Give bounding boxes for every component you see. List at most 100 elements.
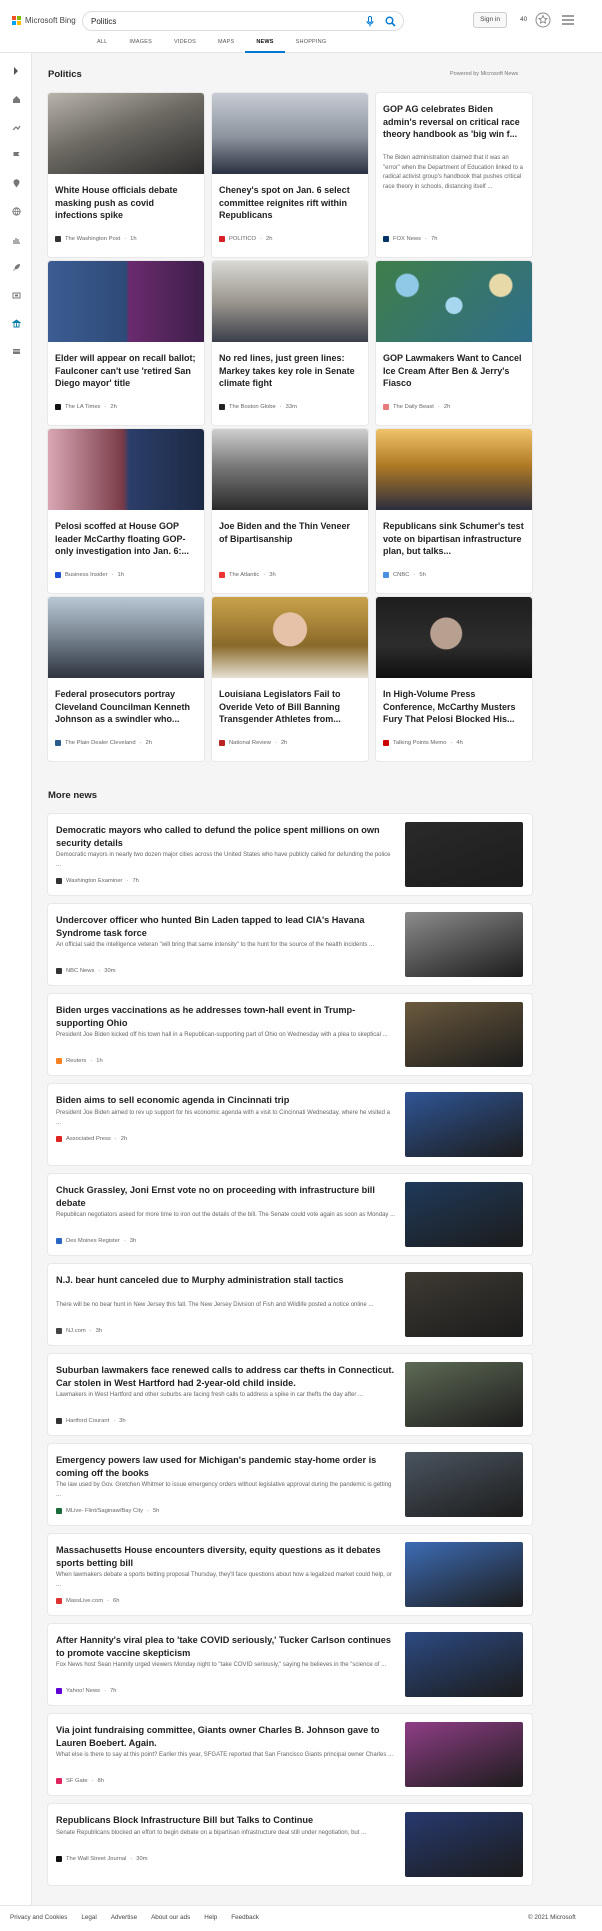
- news-title[interactable]: Chuck Grassley, Joni Ernst vote no on pr…: [56, 1184, 396, 1210]
- news-card[interactable]: Elder will appear on recall ballot; Faul…: [48, 261, 204, 425]
- rewards-icon[interactable]: [535, 12, 551, 28]
- more-news-item[interactable]: Republicans Block Infrastructure Bill bu…: [48, 1804, 532, 1885]
- news-title[interactable]: In High-Volume Press Conference, McCarth…: [383, 688, 525, 726]
- footer-link-feedback[interactable]: Feedback: [231, 1914, 259, 1921]
- flag-icon[interactable]: [10, 149, 22, 161]
- news-title[interactable]: Cheney's spot on Jan. 6 select committee…: [219, 184, 361, 222]
- news-title[interactable]: Federal prosecutors portray Cleveland Co…: [55, 688, 197, 726]
- news-title[interactable]: Elder will appear on recall ballot; Faul…: [55, 352, 197, 390]
- news-thumbnail[interactable]: [405, 1182, 523, 1247]
- news-title[interactable]: GOP AG celebrates Biden admin's reversal…: [383, 103, 525, 141]
- more-news-item[interactable]: Undercover officer who hunted Bin Laden …: [48, 904, 532, 985]
- footer-link-about-ads[interactable]: About our ads: [151, 1914, 190, 1921]
- news-title[interactable]: Louisiana Legislators Fail to Overide Ve…: [219, 688, 361, 726]
- news-title[interactable]: Joe Biden and the Thin Veneer of Biparti…: [219, 520, 361, 545]
- trending-icon[interactable]: [10, 121, 22, 133]
- news-title[interactable]: After Hannity's viral plea to 'take COVI…: [56, 1634, 396, 1660]
- news-title[interactable]: Republicans Block Infrastructure Bill bu…: [56, 1814, 396, 1827]
- collapse-arrow-icon[interactable]: [10, 65, 22, 77]
- card-icon[interactable]: [10, 345, 22, 357]
- news-title[interactable]: Republicans sink Schumer's test vote on …: [383, 520, 525, 558]
- news-thumbnail[interactable]: [405, 1632, 523, 1697]
- news-thumbnail[interactable]: [405, 822, 523, 887]
- tab-maps[interactable]: MAPS: [207, 39, 245, 53]
- rewards-points[interactable]: 40: [520, 16, 527, 23]
- news-card[interactable]: GOP AG celebrates Biden admin's reversal…: [376, 93, 532, 257]
- news-card[interactable]: Joe Biden and the Thin Veneer of Biparti…: [212, 429, 368, 593]
- news-title[interactable]: GOP Lawmakers Want to Cancel Ice Cream A…: [383, 352, 525, 390]
- news-card[interactable]: Louisiana Legislators Fail to Overide Ve…: [212, 597, 368, 761]
- footer-link-help[interactable]: Help: [204, 1914, 217, 1921]
- search-input[interactable]: [91, 16, 331, 27]
- news-thumbnail[interactable]: [405, 1362, 523, 1427]
- news-thumbnail[interactable]: [405, 912, 523, 977]
- more-news-item[interactable]: Suburban lawmakers face renewed calls to…: [48, 1354, 532, 1435]
- globe-icon[interactable]: [10, 205, 22, 217]
- home-icon[interactable]: [10, 93, 22, 105]
- tab-images[interactable]: IMAGES: [118, 39, 163, 53]
- more-news-item[interactable]: N.J. bear hunt canceled due to Murphy ad…: [48, 1264, 532, 1345]
- news-card[interactable]: Cheney's spot on Jan. 6 select committee…: [212, 93, 368, 257]
- tab-videos[interactable]: VIDEOS: [163, 39, 207, 53]
- news-title[interactable]: Biden urges vaccinations as he addresses…: [56, 1004, 396, 1030]
- news-title[interactable]: N.J. bear hunt canceled due to Murphy ad…: [56, 1274, 396, 1287]
- news-card[interactable]: White House officials debate masking pus…: [48, 93, 204, 257]
- more-news-item[interactable]: Democratic mayors who called to defund t…: [48, 814, 532, 895]
- news-thumbnail[interactable]: [405, 1452, 523, 1517]
- news-card[interactable]: In High-Volume Press Conference, McCarth…: [376, 597, 532, 761]
- building-icon[interactable]: [10, 317, 22, 329]
- news-title[interactable]: Via joint fundraising committee, Giants …: [56, 1724, 396, 1750]
- footer-link-legal[interactable]: Legal: [81, 1914, 96, 1921]
- hamburger-menu-icon[interactable]: [562, 15, 574, 25]
- source-logo-icon: [56, 1598, 62, 1604]
- news-source: The Washington Post · 1h: [55, 236, 137, 242]
- more-news-item[interactable]: Biden aims to sell economic agenda in Ci…: [48, 1084, 532, 1165]
- publish-time: 5h: [152, 1508, 160, 1514]
- news-title[interactable]: Emergency powers law used for Michigan's…: [56, 1454, 396, 1480]
- source-logo-icon: [55, 572, 61, 578]
- news-title[interactable]: No red lines, just green lines: Markey t…: [219, 352, 361, 390]
- news-card[interactable]: No red lines, just green lines: Markey t…: [212, 261, 368, 425]
- news-title[interactable]: Undercover officer who hunted Bin Laden …: [56, 914, 396, 940]
- news-title[interactable]: Suburban lawmakers face renewed calls to…: [56, 1364, 396, 1390]
- sign-in-button[interactable]: Sign in: [473, 12, 507, 28]
- news-card[interactable]: GOP Lawmakers Want to Cancel Ice Cream A…: [376, 261, 532, 425]
- news-title[interactable]: Massachusetts House encounters diversity…: [56, 1544, 396, 1570]
- footer-link-advertise[interactable]: Advertise: [111, 1914, 137, 1921]
- news-thumbnail[interactable]: [405, 1272, 523, 1337]
- more-news-item[interactable]: Emergency powers law used for Michigan's…: [48, 1444, 532, 1525]
- news-title[interactable]: Democratic mayors who called to defund t…: [56, 824, 396, 850]
- news-card[interactable]: Republicans sink Schumer's test vote on …: [376, 429, 532, 593]
- tab-all[interactable]: ALL: [86, 39, 118, 53]
- rocket-icon[interactable]: [10, 261, 22, 273]
- news-card[interactable]: Federal prosecutors portray Cleveland Co…: [48, 597, 204, 761]
- mic-icon[interactable]: [366, 16, 374, 27]
- news-thumbnail[interactable]: [405, 1722, 523, 1787]
- news-title[interactable]: White House officials debate masking pus…: [55, 184, 197, 222]
- news-image: [212, 429, 368, 510]
- news-title[interactable]: Biden aims to sell economic agenda in Ci…: [56, 1094, 396, 1107]
- news-thumbnail[interactable]: [405, 1002, 523, 1067]
- news-image: [212, 93, 368, 174]
- source-logo-icon: [56, 1328, 62, 1334]
- news-card[interactable]: Pelosi scoffed at House GOP leader McCar…: [48, 429, 204, 593]
- more-news-item[interactable]: After Hannity's viral plea to 'take COVI…: [48, 1624, 532, 1705]
- chart-icon[interactable]: [10, 233, 22, 245]
- news-thumbnail[interactable]: [405, 1812, 523, 1877]
- footer-link-privacy[interactable]: Privacy and Cookies: [10, 1914, 67, 1921]
- news-title[interactable]: Pelosi scoffed at House GOP leader McCar…: [55, 520, 197, 558]
- news-thumbnail[interactable]: [405, 1542, 523, 1607]
- more-news-item[interactable]: Massachusetts House encounters diversity…: [48, 1534, 532, 1615]
- more-news-item[interactable]: Chuck Grassley, Joni Ernst vote no on pr…: [48, 1174, 532, 1255]
- tab-shopping[interactable]: SHOPPING: [285, 39, 338, 53]
- news-snippet: An official said the intelligence vetera…: [56, 942, 374, 948]
- tab-news[interactable]: NEWS: [245, 39, 285, 53]
- bing-logo[interactable]: Microsoft Bing: [12, 16, 76, 25]
- film-icon[interactable]: [10, 289, 22, 301]
- more-news-item[interactable]: Biden urges vaccinations as he addresses…: [48, 994, 532, 1075]
- search-icon[interactable]: [385, 16, 396, 27]
- more-news-item[interactable]: Via joint fundraising committee, Giants …: [48, 1714, 532, 1795]
- news-source: Yahoo! News · 7h: [56, 1688, 116, 1694]
- news-thumbnail[interactable]: [405, 1092, 523, 1157]
- location-pin-icon[interactable]: [10, 177, 22, 189]
